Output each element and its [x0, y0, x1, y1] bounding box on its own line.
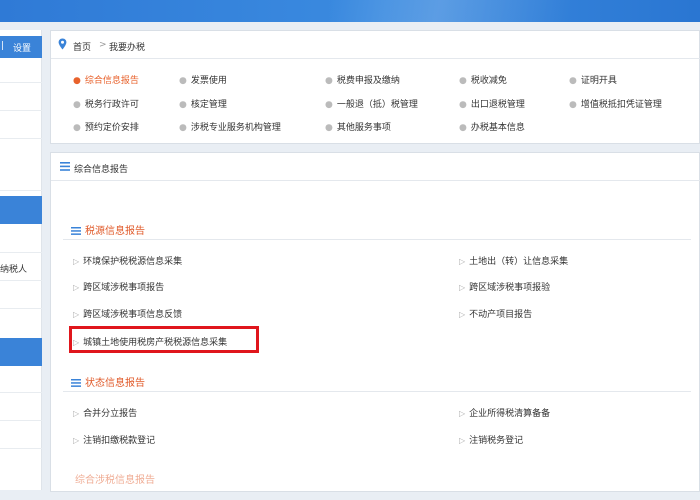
report-link-cancel-withholding[interactable]: ▷ 注销扣缴税款登记 [73, 433, 155, 446]
sidebar-divider [0, 252, 42, 253]
sidebar-item-taxpayer[interactable]: 纳税人 [0, 262, 27, 275]
list-icon [71, 379, 81, 387]
report-link-land-transfer[interactable]: ▷ 土地出（转）让信息采集 [459, 254, 568, 267]
section-divider [63, 239, 691, 240]
menu-item-info-report[interactable]: ● 综合信息报告 [73, 73, 139, 86]
breadcrumb-home-link[interactable]: 首页 [73, 40, 91, 53]
list-icon [71, 227, 81, 235]
menu-item-agency[interactable]: ● 涉税专业服务机构管理 [179, 120, 281, 133]
panel-title: 综合信息报告 [74, 165, 129, 175]
sidebar-divider [0, 190, 42, 191]
report-link-merger[interactable]: ▷ 合并分立报告 [73, 406, 137, 419]
sidebar: | 设置 纳税人 [0, 30, 42, 490]
settings-label: 设置 [13, 44, 32, 54]
breadcrumb: 首页 > 我要办税 [51, 31, 700, 59]
breadcrumb-separator: > [99, 40, 107, 50]
report-link-real-estate[interactable]: ▷ 不动产项目报告 [459, 307, 532, 320]
breadcrumb-current: 我要办税 [109, 43, 146, 53]
top-banner [0, 0, 700, 22]
sidebar-divider [0, 82, 42, 83]
location-pin-icon [58, 38, 67, 50]
sidebar-divider [0, 420, 42, 421]
section-title-tax-source: 税源信息报告 [71, 222, 145, 237]
report-link-cross-region-verify[interactable]: ▷ 跨区域涉税事项报验 [459, 280, 550, 293]
menu-item-pricing[interactable]: ● 预约定价安排 [73, 120, 139, 133]
menu-item-tax-declaration[interactable]: ● 税费申报及缴纳 [325, 73, 400, 86]
menu-item-refund[interactable]: ● 一般退（抵）税管理 [325, 97, 418, 110]
menu-item-basic-info[interactable]: ● 办税基本信息 [459, 120, 525, 133]
sidebar-divider [0, 138, 42, 139]
sidebar-divider [0, 110, 42, 111]
menu-item-assessment[interactable]: ● 核定管理 [179, 97, 227, 110]
sidebar-divider [0, 280, 42, 281]
section-divider [63, 391, 691, 392]
list-icon [60, 162, 70, 171]
info-report-panel: 综合信息报告 税源信息报告 ▷ 环境保护税税源信息采集 ▷ 土地出（转）让信息采集 … [50, 152, 700, 492]
sidebar-divider [0, 392, 42, 393]
tab-divider: | [1, 41, 5, 51]
menu-item-export-refund[interactable]: ● 出口退税管理 [459, 97, 525, 110]
report-link-env-tax[interactable]: ▷ 环境保护税税源信息采集 [73, 254, 182, 267]
report-link-cross-region-feedback[interactable]: ▷ 跨区域涉税事项信息反馈 [73, 307, 182, 320]
menu-item-certificate[interactable]: ● 证明开具 [569, 73, 617, 86]
menu-item-tax-relief[interactable]: ● 税收减免 [459, 73, 507, 86]
section-title-status: 状态信息报告 [71, 374, 145, 389]
panel-header: 综合信息报告 [51, 153, 700, 181]
section-title-partial: 综合涉税信息报告 [75, 475, 155, 486]
service-menu-panel: 首页 > 我要办税 ● 综合信息报告 ● 发票使用 ● 税费申报及缴纳 ● 税收减免 ●… [50, 30, 700, 144]
report-link-cancel-registration[interactable]: ▷ 注销税务登记 [459, 433, 523, 446]
highlight-box [69, 326, 259, 353]
settings-tab[interactable]: | 设置 [0, 36, 42, 58]
menu-item-invoice[interactable]: ● 发票使用 [179, 73, 227, 86]
sidebar-item-active[interactable] [0, 196, 42, 224]
report-link-liquidation[interactable]: ▷ 企业所得税清算备备 [459, 406, 550, 419]
menu-item-admin-license[interactable]: ● 税务行政许可 [73, 97, 139, 110]
menu-item-vat-deduction[interactable]: ● 增值税抵扣凭证管理 [569, 97, 662, 110]
menu-item-other-services[interactable]: ● 其他服务事项 [325, 120, 391, 133]
sidebar-divider [0, 308, 42, 309]
report-link-cross-region-report[interactable]: ▷ 跨区域涉税事项报告 [73, 280, 164, 293]
sidebar-divider [0, 448, 42, 449]
sidebar-item-selected[interactable] [0, 338, 42, 366]
